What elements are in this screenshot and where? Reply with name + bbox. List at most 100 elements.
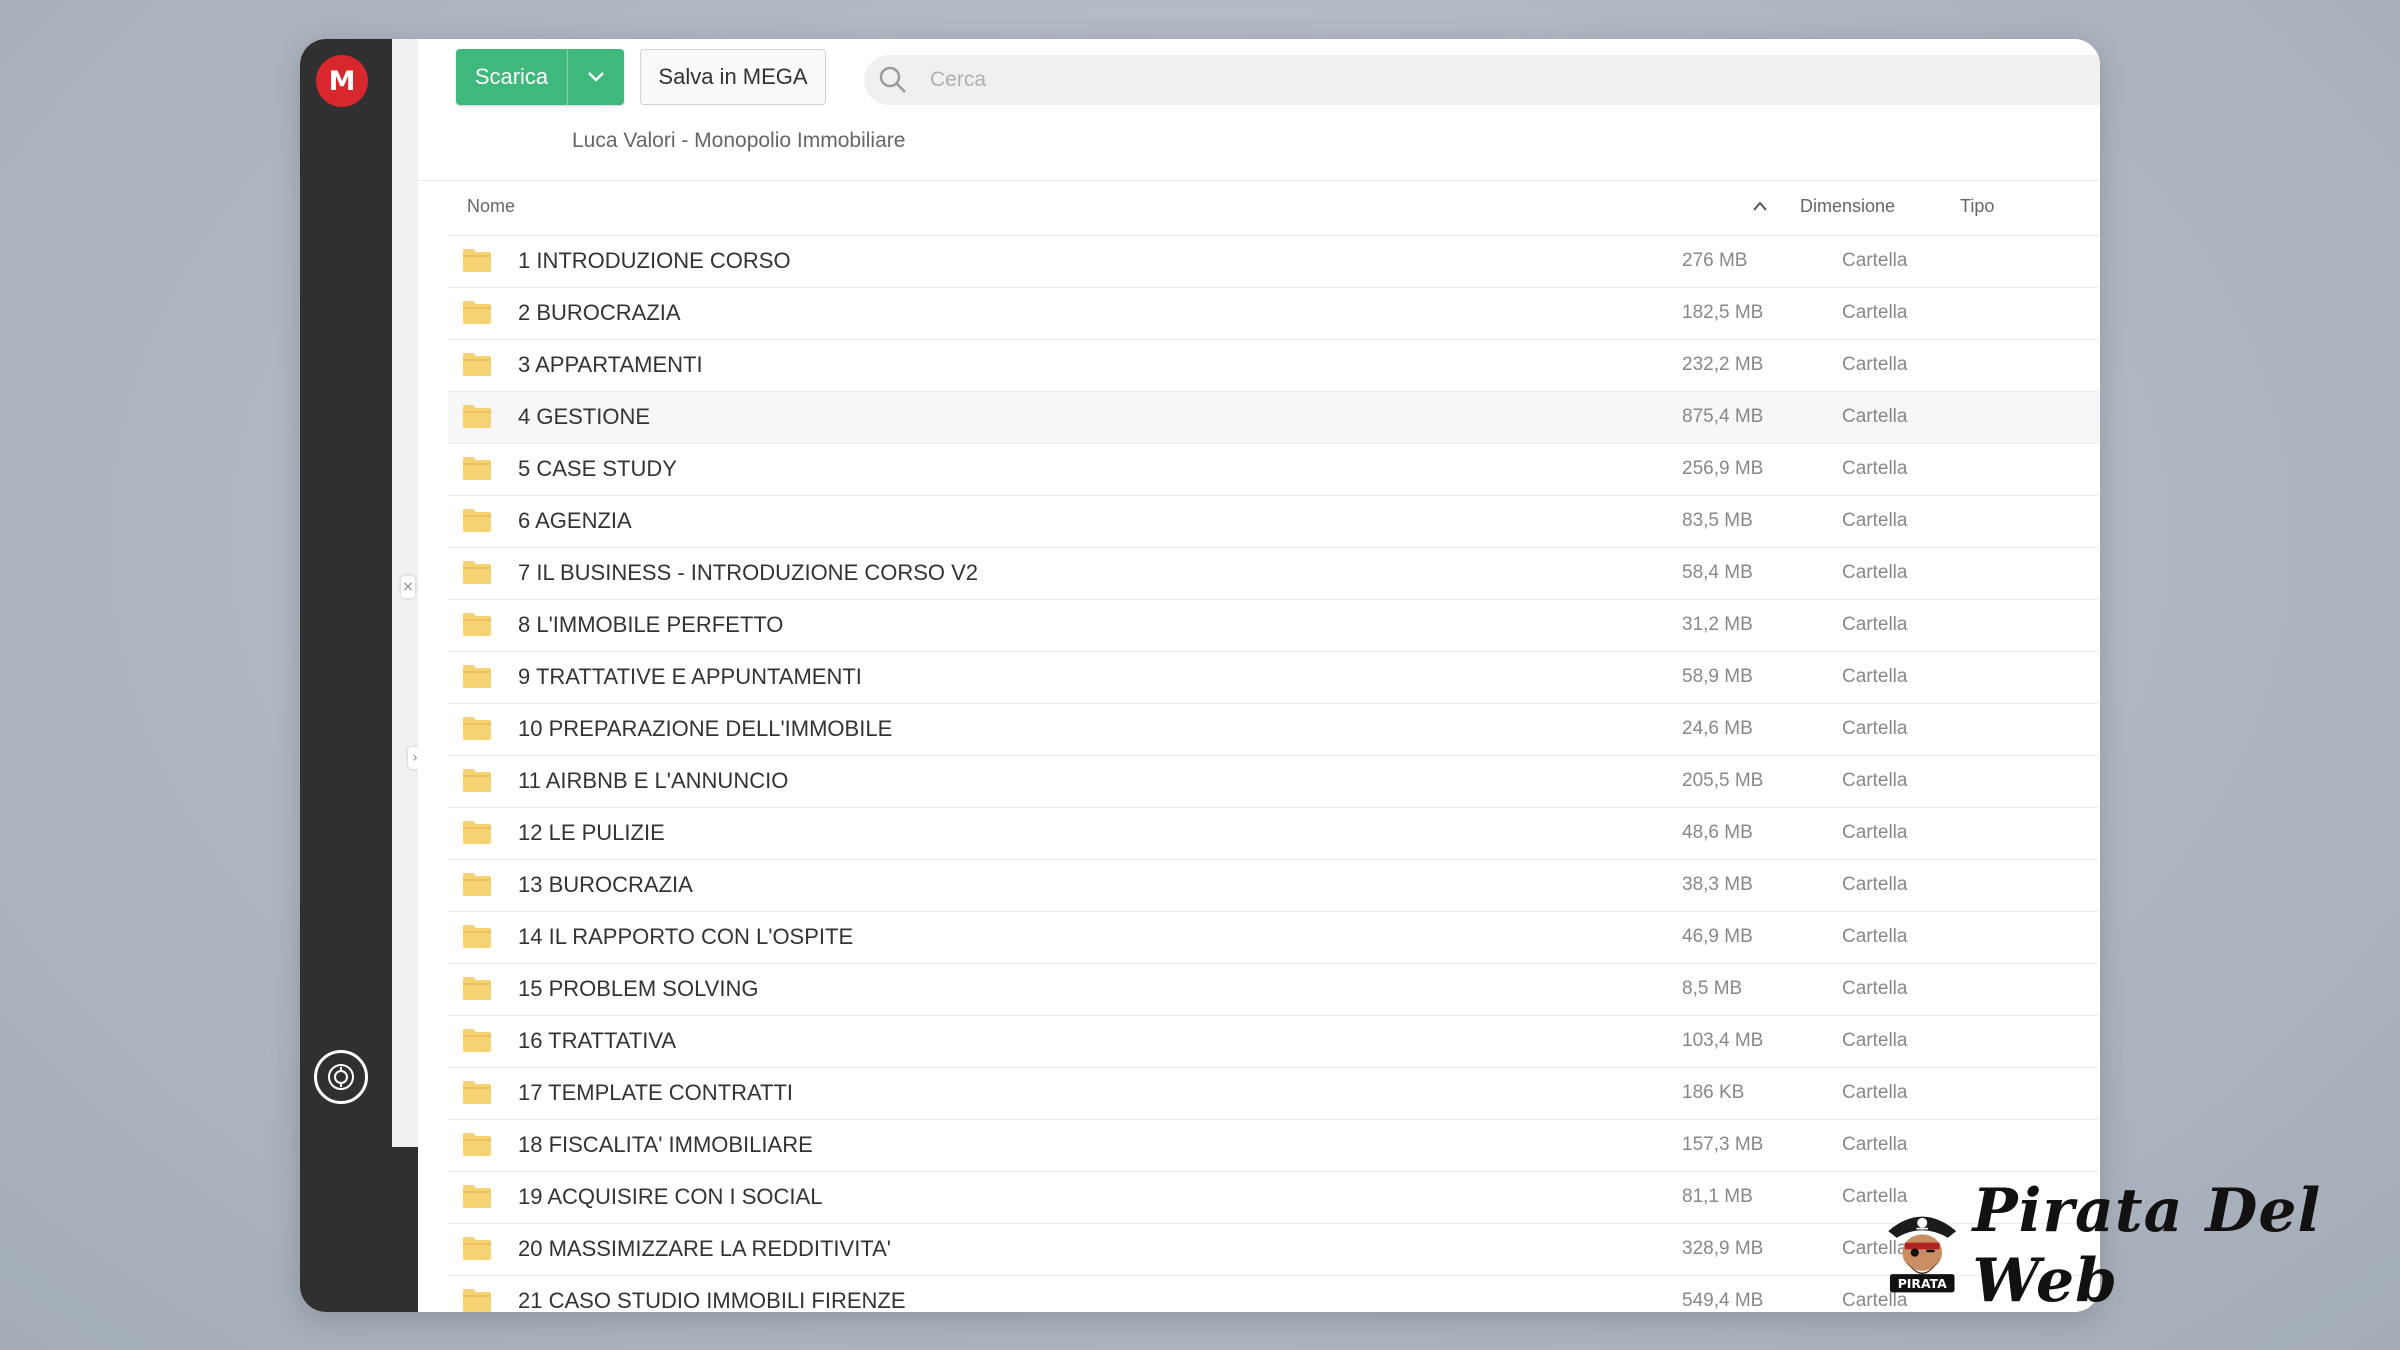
file-name[interactable]: 3 APPARTAMENTI — [518, 352, 703, 378]
file-row[interactable]: 20 MASSIMIZZARE LA REDDITIVITA' 328,9 MB C… — [448, 1224, 2100, 1276]
file-name[interactable]: 6 AGENZIA — [518, 508, 632, 534]
folder-icon — [463, 1237, 491, 1260]
file-type: Cartella — [1842, 874, 1908, 895]
file-name[interactable]: 11 AIRBNB E L'ANNUNCIO — [518, 768, 788, 794]
pirate-mascot-icon: PIRATA — [1888, 1216, 1957, 1293]
file-row[interactable]: 6 AGENZIA 83,5 MB Cartella — [448, 496, 2100, 548]
file-size: 186 KB — [1682, 1082, 1745, 1103]
main-panel: Scarica Salva in MEGA Luca Valori - Mono… — [418, 39, 2100, 1312]
folder-icon — [463, 665, 491, 688]
file-row[interactable]: 16 TRATTATIVA 103,4 MB Cartella — [448, 1016, 2100, 1068]
file-type: Cartella — [1842, 562, 1908, 583]
support-icon[interactable] — [314, 1050, 368, 1104]
divider — [418, 180, 2100, 181]
column-header-name[interactable]: Nome — [467, 196, 515, 217]
file-size: 276 MB — [1682, 250, 1748, 271]
file-name[interactable]: 20 MASSIMIZZARE LA REDDITIVITA' — [518, 1236, 891, 1262]
file-name[interactable]: 10 PREPARAZIONE DELL'IMMOBILE — [518, 716, 892, 742]
file-name[interactable]: 8 L'IMMOBILE PERFETTO — [518, 612, 783, 638]
mega-logo[interactable]: M — [316, 55, 368, 107]
file-row[interactable]: 4 GESTIONE 875,4 MB Cartella — [448, 392, 2100, 444]
folder-icon — [463, 769, 491, 792]
file-name[interactable]: 7 IL BUSINESS - INTRODUZIONE CORSO V2 — [518, 560, 978, 586]
search-bar — [864, 55, 2100, 105]
folder-icon — [463, 249, 491, 272]
file-name[interactable]: 9 TRATTATIVE E APPUNTAMENTI — [518, 664, 862, 690]
file-row[interactable]: 17 TEMPLATE CONTRATTI 186 KB Cartella — [448, 1068, 2100, 1120]
file-row[interactable]: 3 APPARTAMENTI 232,2 MB Cartella — [448, 340, 2100, 392]
file-size: 232,2 MB — [1682, 354, 1764, 375]
file-size: 157,3 MB — [1682, 1134, 1764, 1155]
file-name[interactable]: 4 GESTIONE — [518, 404, 650, 430]
folder-icon — [463, 977, 491, 1000]
close-panel-icon[interactable]: × — [401, 576, 415, 598]
file-name[interactable]: 5 CASE STUDY — [518, 456, 677, 482]
file-type: Cartella — [1842, 302, 1908, 323]
file-size: 24,6 MB — [1682, 718, 1753, 739]
sidebar-extension — [392, 1147, 418, 1312]
file-size: 38,3 MB — [1682, 874, 1753, 895]
file-type: Cartella — [1842, 1082, 1908, 1103]
brand-text: Pirata Del Web — [1972, 1176, 2322, 1316]
pirata-del-web-watermark: PIRATA Pirata Del Web — [1880, 1176, 2400, 1316]
file-row[interactable]: 1 INTRODUZIONE CORSO 276 MB Cartella — [448, 236, 2100, 288]
file-name[interactable]: 12 LE PULIZIE — [518, 820, 665, 846]
search-icon — [878, 65, 908, 95]
file-row[interactable]: 15 PROBLEM SOLVING 8,5 MB Cartella — [448, 964, 2100, 1016]
file-row[interactable]: 8 L'IMMOBILE PERFETTO 31,2 MB Cartella — [448, 600, 2100, 652]
file-name[interactable]: 13 BUROCRAZIA — [518, 872, 693, 898]
file-row[interactable]: 10 PREPARAZIONE DELL'IMMOBILE 24,6 MB Cart… — [448, 704, 2100, 756]
file-type: Cartella — [1842, 406, 1908, 427]
file-row[interactable]: 18 FISCALITA' IMMOBILIARE 157,3 MB Cartell… — [448, 1120, 2100, 1172]
download-label[interactable]: Scarica — [456, 49, 568, 105]
breadcrumb[interactable]: Luca Valori - Monopolio Immobiliare — [572, 129, 905, 153]
file-name[interactable]: 1 INTRODUZIONE CORSO — [518, 248, 791, 274]
file-size: 103,4 MB — [1682, 1030, 1764, 1051]
file-row[interactable]: 12 LE PULIZIE 48,6 MB Cartella — [448, 808, 2100, 860]
download-button[interactable]: Scarica — [456, 49, 624, 105]
file-size: 182,5 MB — [1682, 302, 1764, 323]
app-window: M × › Scarica Salva in MEGA Cerca Luca V… — [300, 39, 2100, 1312]
left-sidebar: M — [300, 39, 392, 1312]
file-size: 256,9 MB — [1682, 458, 1764, 479]
file-row[interactable]: 11 AIRBNB E L'ANNUNCIO 205,5 MB Cartella — [448, 756, 2100, 808]
file-name[interactable]: 16 TRATTATIVA — [518, 1028, 676, 1054]
file-name[interactable]: 18 FISCALITA' IMMOBILIARE — [518, 1132, 813, 1158]
folder-icon — [463, 457, 491, 480]
file-size: 46,9 MB — [1682, 926, 1753, 947]
file-size: 31,2 MB — [1682, 614, 1753, 635]
column-header-size[interactable]: Dimensione — [1800, 196, 1895, 217]
file-name[interactable]: 21 CASO STUDIO IMMOBILI FIRENZE — [518, 1288, 906, 1312]
search-input[interactable] — [928, 67, 1532, 93]
file-row[interactable]: 19 ACQUISIRE CON I SOCIAL 81,1 MB Cartella — [448, 1172, 2100, 1224]
file-type: Cartella — [1842, 822, 1908, 843]
save-to-mega-button[interactable]: Salva in MEGA — [640, 49, 826, 105]
file-type: Cartella — [1842, 926, 1908, 947]
folder-icon — [463, 613, 491, 636]
file-name[interactable]: 2 BUROCRAZIA — [518, 300, 681, 326]
file-row[interactable]: 13 BUROCRAZIA 38,3 MB Cartella — [448, 860, 2100, 912]
file-name[interactable]: 15 PROBLEM SOLVING — [518, 976, 758, 1002]
file-row[interactable]: 14 IL RAPPORTO CON L'OSPITE 46,9 MB Cartel… — [448, 912, 2100, 964]
file-row[interactable]: 5 CASE STUDY 256,9 MB Cartella — [448, 444, 2100, 496]
file-row[interactable]: 21 CASO STUDIO IMMOBILI FIRENZE 549,4 MB C… — [448, 1276, 2100, 1312]
file-row[interactable]: 2 BUROCRAZIA 182,5 MB Cartella — [448, 288, 2100, 340]
file-row[interactable]: 7 IL BUSINESS - INTRODUZIONE CORSO V2 58,… — [448, 548, 2100, 600]
file-type: Cartella — [1842, 978, 1908, 999]
file-type: Cartella — [1842, 510, 1908, 531]
file-name[interactable]: 14 IL RAPPORTO CON L'OSPITE — [518, 924, 853, 950]
folder-icon — [463, 353, 491, 376]
chevron-down-icon[interactable] — [568, 49, 624, 105]
file-list: 1 INTRODUZIONE CORSO 276 MB Cartella 2 BURO… — [448, 236, 2100, 1312]
file-size: 8,5 MB — [1682, 978, 1743, 999]
file-name[interactable]: 19 ACQUISIRE CON I SOCIAL — [518, 1184, 822, 1210]
folder-icon — [463, 925, 491, 948]
column-header-type[interactable]: Tipo — [1960, 196, 1994, 217]
folder-icon — [463, 509, 491, 532]
file-row[interactable]: 9 TRATTATIVE E APPUNTAMENTI 58,9 MB Cartel… — [448, 652, 2100, 704]
file-name[interactable]: 17 TEMPLATE CONTRATTI — [518, 1080, 793, 1106]
folder-icon — [463, 1081, 491, 1104]
file-type: Cartella — [1842, 718, 1908, 739]
file-size: 875,4 MB — [1682, 406, 1764, 427]
sort-ascending-icon[interactable] — [1752, 199, 1768, 217]
